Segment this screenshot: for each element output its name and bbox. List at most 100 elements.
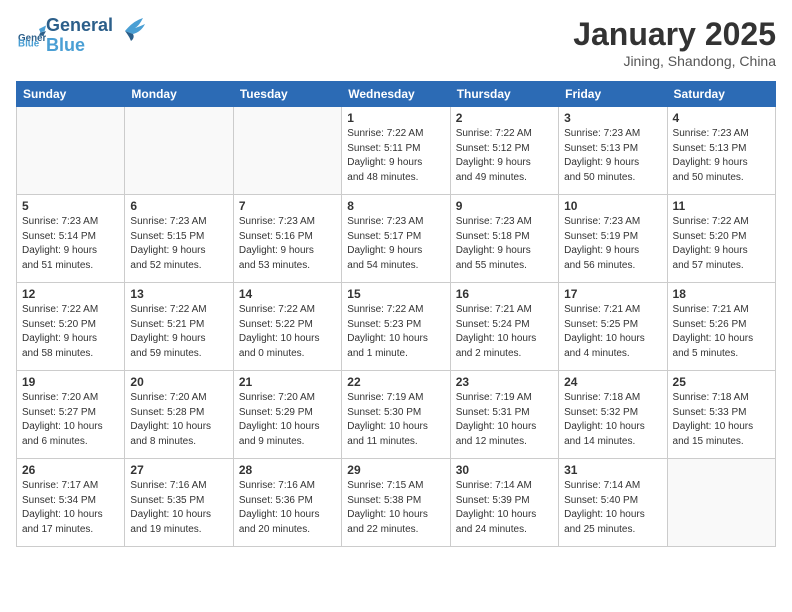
day-number: 27	[130, 463, 227, 477]
day-info: Sunrise: 7:19 AM Sunset: 5:30 PM Dayligh…	[347, 391, 444, 449]
title-block: January 2025 Jining, Shandong, China	[573, 16, 776, 69]
weekday-header-tuesday: Tuesday	[233, 82, 341, 107]
logo-bird-svg	[115, 16, 145, 46]
day-number: 22	[347, 375, 444, 389]
calendar-cell: 11Sunrise: 7:22 AM Sunset: 5:20 PM Dayli…	[667, 195, 775, 283]
day-info: Sunrise: 7:22 AM Sunset: 5:23 PM Dayligh…	[347, 303, 444, 361]
location: Jining, Shandong, China	[573, 53, 776, 69]
day-info: Sunrise: 7:21 AM Sunset: 5:25 PM Dayligh…	[564, 303, 661, 361]
calendar-cell: 2Sunrise: 7:22 AM Sunset: 5:12 PM Daylig…	[450, 107, 558, 195]
calendar-cell	[17, 107, 125, 195]
day-info: Sunrise: 7:23 AM Sunset: 5:15 PM Dayligh…	[130, 215, 227, 273]
calendar-cell: 5 Sunrise: 7:23 AM Sunset: 5:14 PM Daylig…	[17, 195, 125, 283]
calendar-cell: 21Sunrise: 7:20 AM Sunset: 5:29 PM Dayli…	[233, 371, 341, 459]
day-info: Sunrise: 7:23 AM Sunset: 5:13 PM Dayligh…	[673, 127, 770, 185]
day-number: 29	[347, 463, 444, 477]
calendar-cell: 22 Sunrise: 7:19 AM Sunset: 5:30 PM Dayli…	[342, 371, 450, 459]
page-header: General Blue General Blue January 2025 J…	[16, 16, 776, 69]
day-number: 24	[564, 375, 661, 389]
calendar-cell: 29 Sunrise: 7:15 AM Sunset: 5:38 PM Dayli…	[342, 459, 450, 547]
calendar-week-1: 1 Sunrise: 7:22 AM Sunset: 5:11 PM Daylig…	[17, 107, 776, 195]
svg-text:Blue: Blue	[18, 38, 40, 47]
calendar-cell: 23 Sunrise: 7:19 AM Sunset: 5:31 PM Dayli…	[450, 371, 558, 459]
day-number: 17	[564, 287, 661, 301]
calendar-cell: 1 Sunrise: 7:22 AM Sunset: 5:11 PM Daylig…	[342, 107, 450, 195]
day-number: 3	[564, 111, 661, 125]
day-number: 25	[673, 375, 770, 389]
day-number: 28	[239, 463, 336, 477]
day-info: Sunrise: 7:22 AM Sunset: 5:22 PM Dayligh…	[239, 303, 336, 361]
day-info: Sunrise: 7:19 AM Sunset: 5:31 PM Dayligh…	[456, 391, 553, 449]
calendar-cell: 19 Sunrise: 7:20 AM Sunset: 5:27 PM Dayli…	[17, 371, 125, 459]
calendar-cell: 31 Sunrise: 7:14 AM Sunset: 5:40 PM Dayli…	[559, 459, 667, 547]
logo-general: General	[46, 16, 113, 36]
weekday-header-monday: Monday	[125, 82, 233, 107]
calendar-cell: 20 Sunrise: 7:20 AM Sunset: 5:28 PM Dayli…	[125, 371, 233, 459]
day-number: 20	[130, 375, 227, 389]
day-number: 4	[673, 111, 770, 125]
calendar-week-4: 19 Sunrise: 7:20 AM Sunset: 5:27 PM Dayli…	[17, 371, 776, 459]
calendar-cell: 28 Sunrise: 7:16 AM Sunset: 5:36 PM Dayli…	[233, 459, 341, 547]
calendar-week-2: 5 Sunrise: 7:23 AM Sunset: 5:14 PM Daylig…	[17, 195, 776, 283]
calendar-cell: 26 Sunrise: 7:17 AM Sunset: 5:34 PM Dayli…	[17, 459, 125, 547]
logo: General Blue General Blue	[16, 16, 145, 56]
day-info: Sunrise: 7:22 AM Sunset: 5:12 PM Dayligh…	[456, 127, 553, 185]
weekday-header-saturday: Saturday	[667, 82, 775, 107]
calendar-cell: 30Sunrise: 7:14 AM Sunset: 5:39 PM Dayli…	[450, 459, 558, 547]
day-info: Sunrise: 7:23 AM Sunset: 5:17 PM Dayligh…	[347, 215, 444, 273]
calendar-table: SundayMondayTuesdayWednesdayThursdayFrid…	[16, 81, 776, 547]
calendar-cell: 4 Sunrise: 7:23 AM Sunset: 5:13 PM Daylig…	[667, 107, 775, 195]
day-info: Sunrise: 7:23 AM Sunset: 5:19 PM Dayligh…	[564, 215, 661, 273]
calendar-cell: 15 Sunrise: 7:22 AM Sunset: 5:23 PM Dayli…	[342, 283, 450, 371]
weekday-header-friday: Friday	[559, 82, 667, 107]
day-number: 7	[239, 199, 336, 213]
calendar-cell	[233, 107, 341, 195]
day-number: 23	[456, 375, 553, 389]
day-number: 26	[22, 463, 119, 477]
day-number: 21	[239, 375, 336, 389]
day-info: Sunrise: 7:23 AM Sunset: 5:14 PM Dayligh…	[22, 215, 119, 273]
day-info: Sunrise: 7:20 AM Sunset: 5:28 PM Dayligh…	[130, 391, 227, 449]
day-info: Sunrise: 7:23 AM Sunset: 5:16 PM Dayligh…	[239, 215, 336, 273]
day-info: Sunrise: 7:14 AM Sunset: 5:40 PM Dayligh…	[564, 479, 661, 537]
day-info: Sunrise: 7:16 AM Sunset: 5:35 PM Dayligh…	[130, 479, 227, 537]
weekday-header-wednesday: Wednesday	[342, 82, 450, 107]
calendar-week-3: 12Sunrise: 7:22 AM Sunset: 5:20 PM Dayli…	[17, 283, 776, 371]
day-number: 5	[22, 199, 119, 213]
day-number: 14	[239, 287, 336, 301]
day-number: 1	[347, 111, 444, 125]
weekday-header-sunday: Sunday	[17, 82, 125, 107]
day-info: Sunrise: 7:22 AM Sunset: 5:20 PM Dayligh…	[673, 215, 770, 273]
calendar-cell: 7 Sunrise: 7:23 AM Sunset: 5:16 PM Daylig…	[233, 195, 341, 283]
day-number: 13	[130, 287, 227, 301]
day-number: 12	[22, 287, 119, 301]
day-info: Sunrise: 7:18 AM Sunset: 5:33 PM Dayligh…	[673, 391, 770, 449]
day-info: Sunrise: 7:20 AM Sunset: 5:27 PM Dayligh…	[22, 391, 119, 449]
day-number: 8	[347, 199, 444, 213]
weekday-header-row: SundayMondayTuesdayWednesdayThursdayFrid…	[17, 82, 776, 107]
day-info: Sunrise: 7:14 AM Sunset: 5:39 PM Dayligh…	[456, 479, 553, 537]
calendar-cell: 13 Sunrise: 7:22 AM Sunset: 5:21 PM Dayli…	[125, 283, 233, 371]
calendar-cell: 18 Sunrise: 7:21 AM Sunset: 5:26 PM Dayli…	[667, 283, 775, 371]
day-info: Sunrise: 7:22 AM Sunset: 5:21 PM Dayligh…	[130, 303, 227, 361]
calendar-cell: 14 Sunrise: 7:22 AM Sunset: 5:22 PM Dayli…	[233, 283, 341, 371]
day-info: Sunrise: 7:15 AM Sunset: 5:38 PM Dayligh…	[347, 479, 444, 537]
day-info: Sunrise: 7:23 AM Sunset: 5:18 PM Dayligh…	[456, 215, 553, 273]
day-number: 10	[564, 199, 661, 213]
day-info: Sunrise: 7:17 AM Sunset: 5:34 PM Dayligh…	[22, 479, 119, 537]
calendar-week-5: 26 Sunrise: 7:17 AM Sunset: 5:34 PM Dayli…	[17, 459, 776, 547]
logo-blue: Blue	[46, 36, 113, 56]
day-info: Sunrise: 7:21 AM Sunset: 5:24 PM Dayligh…	[456, 303, 553, 361]
day-info: Sunrise: 7:22 AM Sunset: 5:11 PM Dayligh…	[347, 127, 444, 185]
day-number: 6	[130, 199, 227, 213]
calendar-cell: 17 Sunrise: 7:21 AM Sunset: 5:25 PM Dayli…	[559, 283, 667, 371]
calendar-cell	[667, 459, 775, 547]
day-number: 15	[347, 287, 444, 301]
calendar-cell: 3Sunrise: 7:23 AM Sunset: 5:13 PM Daylig…	[559, 107, 667, 195]
day-number: 31	[564, 463, 661, 477]
day-number: 19	[22, 375, 119, 389]
day-info: Sunrise: 7:16 AM Sunset: 5:36 PM Dayligh…	[239, 479, 336, 537]
calendar-cell: 16Sunrise: 7:21 AM Sunset: 5:24 PM Dayli…	[450, 283, 558, 371]
day-info: Sunrise: 7:21 AM Sunset: 5:26 PM Dayligh…	[673, 303, 770, 361]
day-number: 18	[673, 287, 770, 301]
